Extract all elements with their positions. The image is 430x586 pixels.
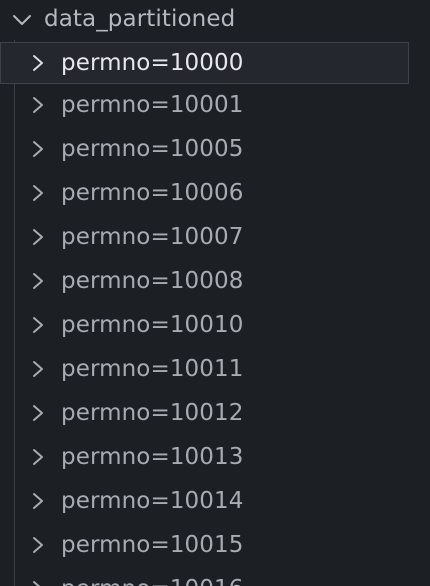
file-explorer-panel: data_partitioned permno=10000 permno=100… — [0, 0, 430, 586]
chevron-right-icon[interactable] — [30, 578, 46, 586]
chevron-right-icon[interactable] — [30, 182, 46, 204]
tree-item-permno-10001[interactable]: permno=10001 — [0, 84, 430, 128]
tree-item-permno-10008[interactable]: permno=10008 — [0, 260, 430, 304]
tree-item-label: permno=10010 — [61, 312, 244, 338]
chevron-right-icon[interactable] — [30, 52, 46, 74]
tree-item-label: permno=10012 — [61, 400, 244, 426]
chevron-right-icon[interactable] — [30, 490, 46, 512]
tree-item-label: permno=10006 — [61, 180, 244, 206]
tree-item-permno-10016[interactable]: permno=10016 — [0, 568, 430, 586]
tree-item-permno-10015[interactable]: permno=10015 — [0, 524, 430, 568]
tree-item-label: permno=10011 — [61, 356, 244, 382]
chevron-down-icon[interactable] — [10, 9, 34, 31]
chevron-right-icon[interactable] — [30, 138, 46, 160]
tree-item-label: permno=10013 — [61, 444, 244, 470]
tree-item-label: permno=10014 — [61, 488, 244, 514]
tree-item-permno-10013[interactable]: permno=10013 — [0, 436, 430, 480]
tree-item-permno-10000[interactable]: permno=10000 — [0, 42, 409, 84]
tree-item-permno-10005[interactable]: permno=10005 — [0, 128, 430, 172]
chevron-right-icon[interactable] — [30, 402, 46, 424]
tree-item-label: permno=10000 — [61, 50, 244, 76]
tree-item-permno-10011[interactable]: permno=10011 — [0, 348, 430, 392]
chevron-right-icon[interactable] — [30, 314, 46, 336]
chevron-right-icon[interactable] — [30, 534, 46, 556]
tree-item-permno-10006[interactable]: permno=10006 — [0, 172, 430, 216]
tree-item-label: permno=10015 — [61, 532, 244, 558]
folder-row-data-partitioned[interactable]: data_partitioned — [0, 0, 430, 40]
tree-item-label: permno=10016 — [61, 575, 244, 586]
tree-item-permno-10012[interactable]: permno=10012 — [0, 392, 430, 436]
tree-item-permno-10010[interactable]: permno=10010 — [0, 304, 430, 348]
chevron-right-icon[interactable] — [30, 94, 46, 116]
tree-item-label: permno=10008 — [61, 268, 244, 294]
chevron-right-icon[interactable] — [30, 270, 46, 292]
chevron-right-icon[interactable] — [30, 358, 46, 380]
chevron-right-icon[interactable] — [30, 446, 46, 468]
tree-item-label: permno=10007 — [61, 224, 244, 250]
tree-item-permno-10014[interactable]: permno=10014 — [0, 480, 430, 524]
folder-label: data_partitioned — [44, 6, 236, 32]
tree-item-label: permno=10001 — [61, 92, 244, 118]
tree-item-label: permno=10005 — [61, 136, 244, 162]
tree-item-permno-10007[interactable]: permno=10007 — [0, 216, 430, 260]
folder-children-list: permno=10000 permno=10001 permno=10005 p… — [0, 42, 430, 586]
chevron-right-icon[interactable] — [30, 226, 46, 248]
